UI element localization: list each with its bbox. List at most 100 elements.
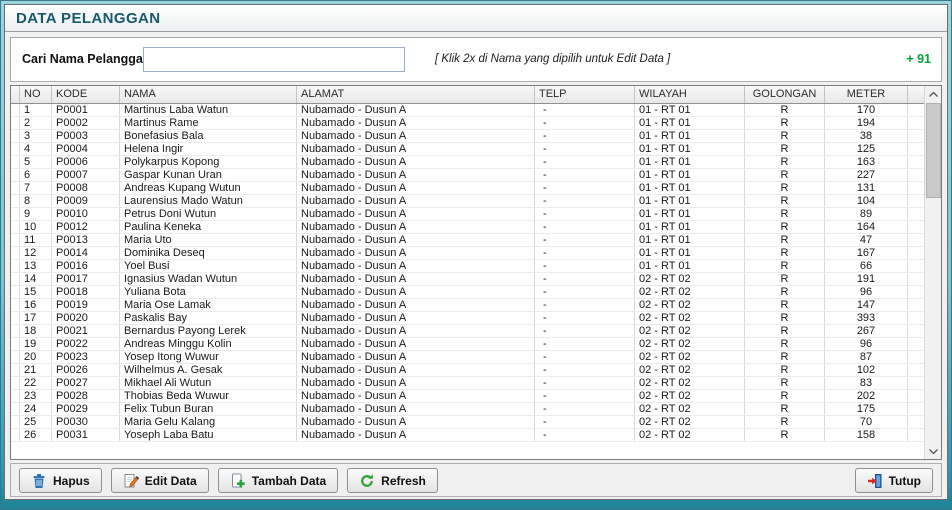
table-row[interactable]: 20P0023Yosep Itong WuwurNubamado - Dusun… (11, 350, 924, 363)
cell-wilayah: 02 - RT 02 (635, 298, 745, 311)
table-row[interactable]: 8P0009Laurensius Mado WatunNubamado - Du… (11, 194, 924, 207)
table-row[interactable]: 13P0016Yoel BusiNubamado - Dusun A-01 - … (11, 259, 924, 272)
cell-meter: 96 (825, 337, 908, 350)
column-header-blank (11, 86, 20, 103)
scrollbar-thumb[interactable] (926, 103, 941, 198)
hapus-button[interactable]: Hapus (19, 468, 102, 493)
table-row[interactable]: 4P0004Helena IngirNubamado - Dusun A-01 … (11, 142, 924, 155)
title-bar: DATA PELANGGAN (5, 5, 947, 32)
cell-nama: Maria Gelu Kalang (120, 415, 297, 428)
cell-blank (11, 220, 20, 233)
cell-golongan: R (745, 428, 825, 441)
table-row[interactable]: 24P0029Felix Tubun BuranNubamado - Dusun… (11, 402, 924, 415)
cell-alamat: Nubamado - Dusun A (297, 415, 535, 428)
cell-kode: P0003 (52, 129, 120, 142)
table-row[interactable]: 12P0014Dominika DeseqNubamado - Dusun A-… (11, 246, 924, 259)
column-header-no[interactable]: NO (20, 86, 52, 103)
table-row[interactable]: 7P0008Andreas Kupang WutunNubamado - Dus… (11, 181, 924, 194)
table-row[interactable]: 25P0030Maria Gelu KalangNubamado - Dusun… (11, 415, 924, 428)
column-header-telp[interactable]: TELP (535, 86, 635, 103)
cell-nama: Yuliana Bota (120, 285, 297, 298)
cell-blank (11, 376, 20, 389)
table-row[interactable]: 17P0020Paskalis BayNubamado - Dusun A-02… (11, 311, 924, 324)
cell-telp: - (535, 246, 635, 259)
cell-kode: P0027 (52, 376, 120, 389)
cell-blank (11, 259, 20, 272)
edit-hint-text: [ Klik 2x di Nama yang dipilih untuk Edi… (435, 53, 670, 65)
cell-nama: Yoel Busi (120, 259, 297, 272)
cell-golongan: R (745, 415, 825, 428)
table-row[interactable]: 14P0017Ignasius Wadan WutunNubamado - Du… (11, 272, 924, 285)
search-input[interactable] (143, 47, 405, 72)
trash-icon (31, 473, 47, 489)
cell-wilayah: 01 - RT 01 (635, 142, 745, 155)
cell-meter: 96 (825, 285, 908, 298)
table-row[interactable]: 26P0031Yoseph Laba BatuNubamado - Dusun … (11, 428, 924, 441)
tambah-data-button[interactable]: Tambah Data (218, 468, 338, 493)
cell-meter: 164 (825, 220, 908, 233)
cell-wilayah: 02 - RT 02 (635, 311, 745, 324)
button-label: Tutup (889, 474, 921, 488)
cell-blank (908, 350, 925, 363)
column-header-alamat[interactable]: ALAMAT (297, 86, 535, 103)
cell-no: 17 (20, 311, 52, 324)
cell-kode: P0002 (52, 116, 120, 129)
button-label: Tambah Data (252, 474, 326, 488)
cell-alamat: Nubamado - Dusun A (297, 324, 535, 337)
table-row[interactable]: 5P0006Polykarpus KopongNubamado - Dusun … (11, 155, 924, 168)
cell-alamat: Nubamado - Dusun A (297, 311, 535, 324)
table-row[interactable]: 3P0003Bonefasius BalaNubamado - Dusun A-… (11, 129, 924, 142)
cell-alamat: Nubamado - Dusun A (297, 220, 535, 233)
cell-wilayah: 01 - RT 01 (635, 103, 745, 116)
cell-blank (11, 194, 20, 207)
cell-wilayah: 01 - RT 01 (635, 168, 745, 181)
column-header-kode[interactable]: KODE (52, 86, 120, 103)
cell-golongan: R (745, 337, 825, 350)
cell-golongan: R (745, 402, 825, 415)
cell-golongan: R (745, 285, 825, 298)
table-row[interactable]: 15P0018Yuliana BotaNubamado - Dusun A-02… (11, 285, 924, 298)
tutup-button[interactable]: Tutup (855, 468, 933, 493)
column-header-nama[interactable]: NAMA (120, 86, 297, 103)
vertical-scrollbar[interactable] (924, 86, 941, 459)
cell-nama: Petrus Doni Wutun (120, 207, 297, 220)
cell-no: 11 (20, 233, 52, 246)
table-row[interactable]: 23P0028Thobias Beda WuwurNubamado - Dusu… (11, 389, 924, 402)
cell-alamat: Nubamado - Dusun A (297, 181, 535, 194)
table-row[interactable]: 11P0013Maria UtoNubamado - Dusun A-01 - … (11, 233, 924, 246)
cell-no: 16 (20, 298, 52, 311)
scroll-up-button[interactable] (925, 86, 942, 102)
button-toolbar: Hapus Edit Data Tambah Data Refresh Tutup (10, 463, 942, 497)
cell-blank (11, 142, 20, 155)
table-row[interactable]: 10P0012Paulina KenekaNubamado - Dusun A-… (11, 220, 924, 233)
cell-telp: - (535, 103, 635, 116)
table-row[interactable]: 22P0027Mikhael Ali WutunNubamado - Dusun… (11, 376, 924, 389)
table-row[interactable]: 19P0022Andreas Minggu KolinNubamado - Du… (11, 337, 924, 350)
cell-no: 4 (20, 142, 52, 155)
table-row[interactable]: 21P0026Wilhelmus A. GesakNubamado - Dusu… (11, 363, 924, 376)
cell-no: 9 (20, 207, 52, 220)
column-header-meter[interactable]: METER (825, 86, 908, 103)
cell-nama: Maria Ose Lamak (120, 298, 297, 311)
cell-golongan: R (745, 155, 825, 168)
table-row[interactable]: 1P0001Martinus Laba WatunNubamado - Dusu… (11, 103, 924, 116)
table-row[interactable]: 16P0019Maria Ose LamakNubamado - Dusun A… (11, 298, 924, 311)
scroll-down-button[interactable] (925, 443, 942, 459)
refresh-button[interactable]: Refresh (347, 468, 438, 493)
column-header-wilayah[interactable]: WILAYAH (635, 86, 745, 103)
cell-golongan: R (745, 116, 825, 129)
cell-telp: - (535, 272, 635, 285)
cell-meter: 175 (825, 402, 908, 415)
cell-wilayah: 02 - RT 02 (635, 389, 745, 402)
table-row[interactable]: 2P0002Martinus RameNubamado - Dusun A-01… (11, 116, 924, 129)
cell-telp: - (535, 220, 635, 233)
table-row[interactable]: 18P0021Bernardus Payong LerekNubamado - … (11, 324, 924, 337)
table-row[interactable]: 6P0007Gaspar Kunan UranNubamado - Dusun … (11, 168, 924, 181)
chevron-up-icon (929, 92, 938, 97)
edit-data-button[interactable]: Edit Data (111, 468, 209, 493)
cell-kode: P0028 (52, 389, 120, 402)
table-row[interactable]: 9P0010Petrus Doni WutunNubamado - Dusun … (11, 207, 924, 220)
cell-telp: - (535, 350, 635, 363)
column-header-golongan[interactable]: GOLONGAN (745, 86, 825, 103)
cell-telp: - (535, 181, 635, 194)
